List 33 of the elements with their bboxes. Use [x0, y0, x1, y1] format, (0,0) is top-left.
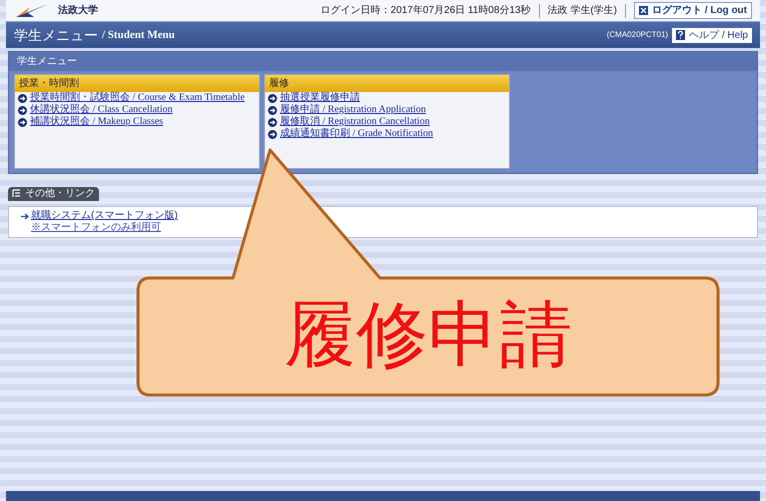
card-title: 履修	[265, 75, 509, 92]
section-tab[interactable]: その他・リンク	[8, 186, 99, 200]
list-icon	[12, 189, 21, 198]
section-title: 学生メニュー	[9, 52, 757, 71]
arrow-circle-icon	[268, 118, 277, 126]
arrow-circle-icon	[268, 106, 277, 114]
logout-button[interactable]: ログアウト / Log out	[634, 2, 752, 19]
page-title: 学生メニュー	[14, 26, 98, 44]
menu-link[interactable]: 抽選授業履修申請	[280, 92, 360, 104]
menu-link[interactable]: 履修取消 / Registration Cancellation	[280, 116, 430, 128]
card-title: 授業・時間割	[15, 75, 259, 92]
menu-link[interactable]: 授業時間割・試験照会 / Course & Exam Timetable	[30, 92, 245, 104]
login-time: ログイン日時：2017年07月26日 11時08分13秒	[320, 4, 531, 18]
arrow-circle-icon	[268, 94, 277, 102]
external-link[interactable]: 就職システム(スマートフォン版)	[31, 210, 178, 222]
arrow-circle-icon	[18, 106, 27, 114]
user-name: 法政 学生(学生)	[548, 4, 617, 18]
menu-link[interactable]: 成績通知書印刷 / Grade Notification	[280, 128, 434, 140]
university-name: 法政大学	[58, 4, 98, 18]
menu-link[interactable]: 履修申請 / Registration Application	[280, 104, 426, 116]
arrow-icon	[21, 212, 29, 220]
link-note: ※スマートフォンのみ利用可	[30, 222, 162, 234]
menu-link[interactable]: 休講状況照会 / Class Cancellation	[30, 104, 172, 116]
question-icon	[676, 30, 686, 40]
help-button[interactable]: ヘルプ / Help	[672, 28, 752, 42]
page-title-english: / Student Menu	[102, 28, 175, 43]
arrow-circle-icon	[18, 118, 27, 126]
menu-link[interactable]: 補講状況照会 / Makeup Classes	[30, 116, 164, 128]
screen-code: (CMA020PCT01)	[606, 29, 668, 41]
arrow-circle-icon	[18, 94, 27, 102]
callout-text: 履修申請	[283, 294, 573, 377]
arrow-circle-icon	[268, 130, 277, 138]
close-icon	[639, 6, 648, 15]
